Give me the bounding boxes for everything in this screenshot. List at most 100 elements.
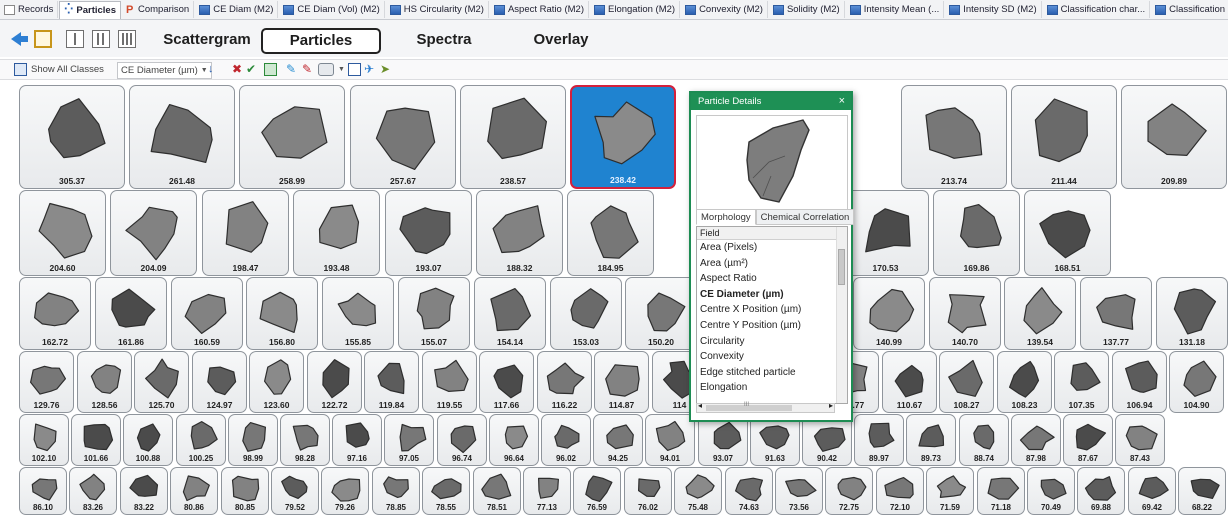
field-list-horizontal-scrollbar[interactable]: ◂ III ▸ — [696, 401, 835, 413]
tab-item[interactable]: Records — [0, 1, 59, 18]
particle-card[interactable]: 98.28 — [280, 414, 330, 466]
particle-card[interactable]: 76.59 — [573, 467, 621, 515]
particle-card[interactable]: 86.10 — [19, 467, 67, 515]
properties-icon[interactable] — [348, 63, 361, 76]
export-icon[interactable] — [264, 63, 277, 76]
particle-card[interactable]: 98.99 — [228, 414, 278, 466]
particle-card[interactable]: 140.70 — [929, 277, 1001, 350]
particle-card-selected[interactable]: 238.42 — [570, 85, 676, 189]
tab-item[interactable]: ⁛ Particles — [59, 0, 121, 19]
layout-grid-2-button[interactable] — [66, 30, 84, 48]
particle-card[interactable]: 101.66 — [71, 414, 121, 466]
restore-particle-icon[interactable]: ✔ — [246, 63, 259, 76]
particle-card[interactable]: 94.25 — [593, 414, 643, 466]
field-list-vertical-scrollbar[interactable] — [836, 227, 847, 403]
particle-card[interactable]: 97.16 — [332, 414, 382, 466]
particle-card[interactable]: 80.85 — [221, 467, 269, 515]
particle-card[interactable]: 110.67 — [882, 351, 937, 413]
particle-card[interactable]: 162.72 — [19, 277, 91, 350]
tab-item[interactable]: Classification char... — [1043, 1, 1151, 18]
particle-card[interactable]: 261.48 — [129, 85, 235, 189]
view-particles-button[interactable]: Particles — [261, 28, 381, 54]
particle-card[interactable]: 155.85 — [322, 277, 394, 350]
particle-card[interactable]: 131.18 — [1156, 277, 1228, 350]
sort-order-icon[interactable]: ↓ — [208, 63, 221, 76]
particle-card[interactable]: 161.86 — [95, 277, 167, 350]
particle-card[interactable]: 87.67 — [1063, 414, 1113, 466]
particle-card[interactable]: 116.22 — [537, 351, 592, 413]
tab-item[interactable]: Intensity SD (M2) — [945, 1, 1042, 18]
popup-title-bar[interactable]: Particle Details × — [691, 93, 851, 110]
field-list-item[interactable]: Area (Pixels) — [697, 240, 847, 256]
field-list-item[interactable]: Edge stitched particle — [697, 365, 847, 381]
particle-card[interactable]: 204.60 — [19, 190, 106, 276]
particle-card[interactable]: 114.87 — [594, 351, 649, 413]
particle-card[interactable]: 96.64 — [489, 414, 539, 466]
particle-card[interactable]: 96.74 — [437, 414, 487, 466]
show-all-classes-icon[interactable] — [14, 63, 27, 76]
particle-card[interactable]: 70.49 — [1027, 467, 1075, 515]
particle-card[interactable]: 87.98 — [1011, 414, 1061, 466]
particle-card[interactable]: 75.48 — [674, 467, 722, 515]
field-list-item[interactable]: Centre X Position (µm) — [697, 302, 847, 318]
particle-card[interactable]: 83.26 — [69, 467, 117, 515]
particle-card[interactable]: 140.99 — [853, 277, 925, 350]
particle-card[interactable]: 137.77 — [1080, 277, 1152, 350]
particle-card[interactable]: 78.51 — [473, 467, 521, 515]
untag-icon[interactable]: ✎ — [302, 63, 315, 76]
particle-card[interactable]: 87.43 — [1115, 414, 1165, 466]
field-list-item[interactable]: Circularity — [697, 334, 847, 350]
particle-card[interactable]: 129.76 — [19, 351, 74, 413]
tab-chemical-correlation[interactable]: Chemical Correlation — [755, 209, 855, 225]
field-list-item[interactable]: Centre Y Position (µm) — [697, 318, 847, 334]
particle-card[interactable]: 160.59 — [171, 277, 243, 350]
particle-card[interactable]: 153.03 — [550, 277, 622, 350]
particle-card[interactable]: 168.51 — [1024, 190, 1111, 276]
particle-card[interactable]: 108.27 — [939, 351, 994, 413]
particle-card[interactable]: 128.56 — [77, 351, 132, 413]
particle-card[interactable]: 213.74 — [901, 85, 1007, 189]
particle-card[interactable]: 193.48 — [293, 190, 380, 276]
vertical-scroll-thumb[interactable] — [838, 249, 845, 285]
particle-card[interactable]: 119.55 — [422, 351, 477, 413]
tab-item[interactable]: P Comparison — [122, 1, 195, 18]
tag-icon[interactable]: ✎ — [286, 63, 299, 76]
particle-card[interactable]: 305.37 — [19, 85, 125, 189]
particle-card[interactable]: 170.53 — [842, 190, 929, 276]
field-list-item[interactable]: Aspect Ratio — [697, 271, 847, 287]
particle-card[interactable]: 71.59 — [926, 467, 974, 515]
particle-card[interactable]: 96.02 — [541, 414, 591, 466]
particle-card[interactable]: 72.10 — [876, 467, 924, 515]
view-scattergram-button[interactable]: Scattergram — [163, 30, 251, 50]
particle-card[interactable]: 80.86 — [170, 467, 218, 515]
particle-card[interactable]: 79.26 — [321, 467, 369, 515]
view-overlay-button[interactable]: Overlay — [525, 30, 597, 50]
particle-card[interactable]: 76.02 — [624, 467, 672, 515]
field-list-item[interactable]: Area (µm²) — [697, 256, 847, 272]
tab-item[interactable]: Convexity (M2) — [681, 1, 768, 18]
tab-item[interactable]: Intensity Mean (... — [846, 1, 945, 18]
tab-item[interactable]: HS Circularity (M2) — [386, 1, 489, 18]
close-icon[interactable]: × — [839, 93, 845, 110]
particle-card[interactable]: 78.85 — [372, 467, 420, 515]
particle-card[interactable]: 155.07 — [398, 277, 470, 350]
tab-item[interactable]: Solidity (M2) — [769, 1, 845, 18]
particle-card[interactable]: 139.54 — [1004, 277, 1076, 350]
pin-icon[interactable]: ✈ — [364, 63, 377, 76]
show-all-classes-button[interactable]: Show All Classes — [31, 62, 104, 77]
particle-card[interactable]: 108.23 — [997, 351, 1052, 413]
particle-card[interactable]: 94.01 — [645, 414, 695, 466]
particle-card[interactable]: 104.90 — [1169, 351, 1224, 413]
tab-item[interactable]: Aspect Ratio (M2) — [490, 1, 589, 18]
particle-card[interactable]: 106.94 — [1112, 351, 1167, 413]
particle-card[interactable]: 209.89 — [1121, 85, 1227, 189]
particle-card[interactable]: 89.73 — [906, 414, 956, 466]
scroll-right-icon[interactable]: ▸ — [829, 401, 833, 410]
particle-card[interactable]: 89.97 — [854, 414, 904, 466]
particle-card[interactable]: 169.86 — [933, 190, 1020, 276]
field-list-item[interactable]: CE Diameter (µm) — [697, 287, 847, 303]
forward-icon[interactable]: ➤ — [380, 63, 393, 76]
layout-grid-4-button[interactable] — [118, 30, 136, 48]
particle-card[interactable]: 88.74 — [959, 414, 1009, 466]
particle-card[interactable]: 154.14 — [474, 277, 546, 350]
